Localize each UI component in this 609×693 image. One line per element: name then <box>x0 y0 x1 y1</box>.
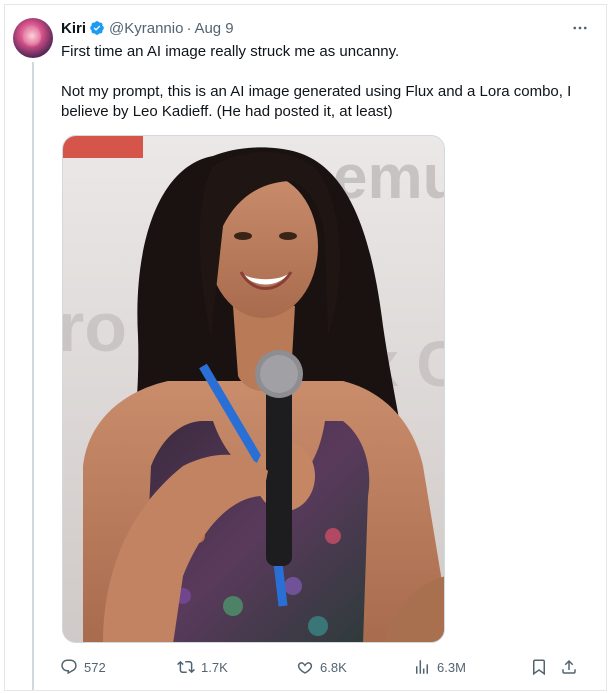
bookmark-icon <box>533 659 545 676</box>
author-name[interactable]: Kiri <box>61 20 86 37</box>
repost-count: 1.7K <box>201 659 228 675</box>
like-button[interactable]: 6.8K <box>296 656 347 678</box>
tweet-date[interactable]: Aug 9 <box>194 20 233 37</box>
more-horizontal-icon[interactable] <box>569 18 591 38</box>
reply-icon <box>61 659 77 675</box>
reply-button[interactable]: 572 <box>60 656 106 678</box>
svg-text:ro: ro <box>63 288 127 366</box>
views-button[interactable]: 6.3M <box>413 656 466 678</box>
like-count: 6.8K <box>320 659 347 675</box>
photo-illustration: emu ro x C <box>63 136 444 642</box>
bookmark-button[interactable] <box>530 656 548 678</box>
views-icon <box>416 660 428 674</box>
avatar[interactable] <box>13 18 53 58</box>
tweet-actions: 572 1.7K 6.8K 6.3M <box>60 656 590 678</box>
tweet-text: First time an AI image really struck me … <box>61 43 572 120</box>
heart-icon <box>297 662 313 674</box>
tweet[interactable]: Kiri @Kyrannio · Aug 9 First time an AI … <box>0 0 609 693</box>
separator: · <box>186 19 192 37</box>
views-count: 6.3M <box>437 659 466 675</box>
verified-badge-icon <box>90 21 104 35</box>
reply-count: 572 <box>84 659 106 675</box>
tweet-header: Kiri @Kyrannio · Aug 9 <box>61 17 234 39</box>
author-handle[interactable]: @Kyrannio <box>109 20 183 37</box>
share-button[interactable] <box>560 656 578 678</box>
repost-button[interactable]: 1.7K <box>177 656 228 678</box>
tweet-media-image[interactable]: emu ro x C <box>62 135 445 643</box>
repost-icon <box>177 660 195 674</box>
share-icon <box>562 659 576 674</box>
thread-line <box>32 62 34 690</box>
